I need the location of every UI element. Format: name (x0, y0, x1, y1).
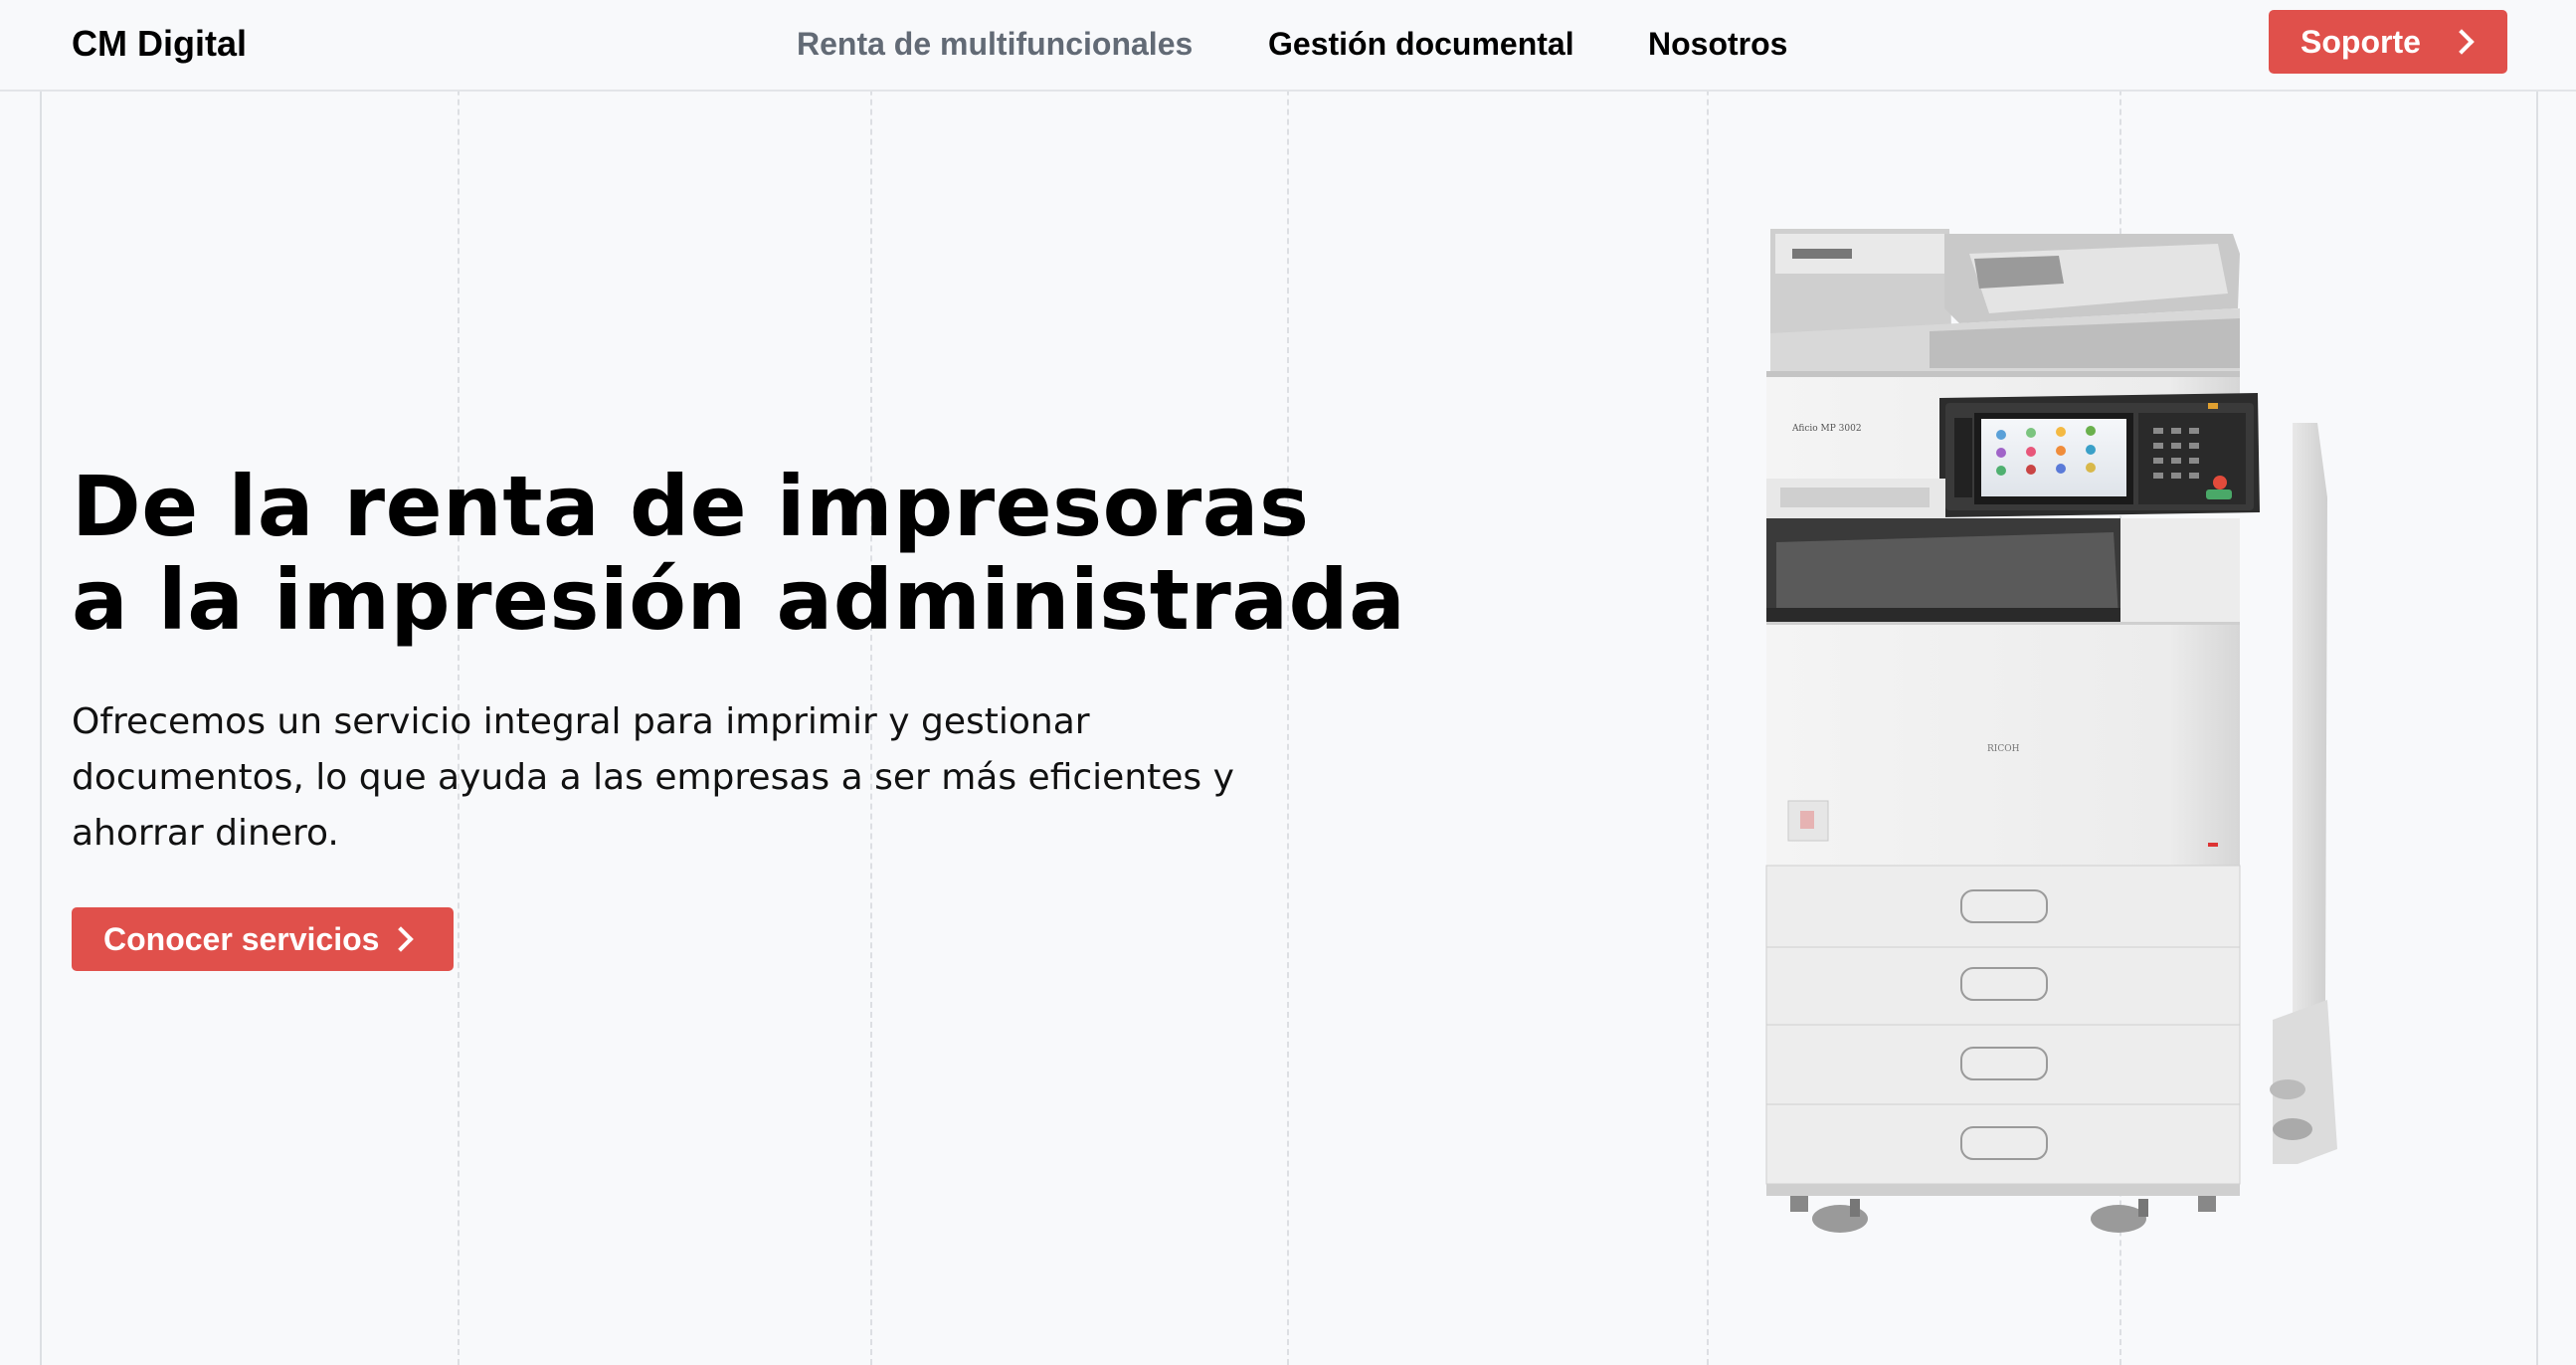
printer-image: Aficio MP 3002 RICOH (1765, 229, 2337, 1233)
hero-title-line-2: a la impresión administrada (72, 551, 1406, 649)
grid-line (870, 0, 872, 1365)
chevron-right-icon (388, 926, 414, 952)
hero-description: Ofrecemos un servicio integral para impr… (72, 701, 1234, 854)
grid-line (458, 0, 460, 1365)
hero-title: De la renta de impresoras a la impresión… (72, 460, 1405, 647)
support-button[interactable]: Soporte (2269, 10, 2507, 74)
grid-line (1707, 0, 1709, 1365)
site-header: CM Digital Renta de multifuncionales Ges… (0, 0, 2576, 92)
logo[interactable]: CM Digital (72, 18, 247, 70)
hero-title-line-1: De la renta de impresoras (72, 458, 1310, 555)
page: CM Digital Renta de multifuncionales Ges… (0, 0, 2576, 1365)
chevron-right-icon (2449, 29, 2475, 55)
grid-line (40, 0, 42, 1365)
cta-button[interactable]: Conocer servicios (72, 907, 454, 971)
support-button-label: Soporte (2300, 23, 2421, 60)
svg-text:Aficio MP 3002: Aficio MP 3002 (1791, 424, 1862, 434)
grid-line (2536, 0, 2538, 1365)
grid-line (1287, 0, 1289, 1365)
nav-link-renta[interactable]: Renta de multifuncionales (797, 18, 1193, 70)
svg-text:RICOH: RICOH (1987, 744, 2020, 754)
nav-link-gestion[interactable]: Gestión documental (1268, 18, 1574, 70)
nav-link-nosotros[interactable]: Nosotros (1648, 18, 1787, 70)
cta-button-label: Conocer servicios (103, 920, 380, 957)
